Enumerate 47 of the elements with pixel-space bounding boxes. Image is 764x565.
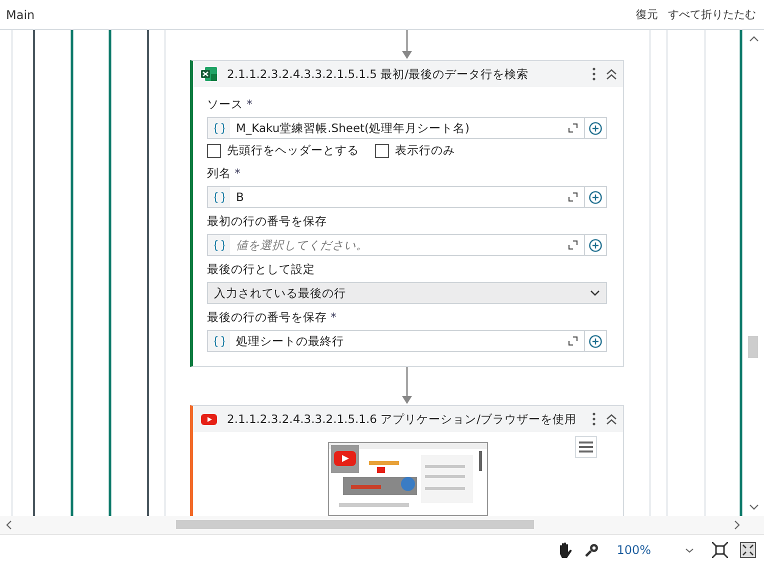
menu-button[interactable] [575,436,597,458]
braces-icon [214,122,224,134]
connector-arrow [402,30,412,60]
video-play-icon [201,414,217,424]
more-icon[interactable] [592,412,596,426]
braces-icon [214,240,224,250]
scrollbar-thumb[interactable] [176,520,534,529]
full-screen-icon[interactable] [740,542,756,558]
field-label: 最初の行の番号を保存 [207,214,328,229]
fit-screen-icon[interactable] [712,542,728,558]
plus-icon [589,334,602,348]
scroll-right-icon[interactable] [734,520,740,530]
checkbox[interactable]: 先頭行をヘッダーとする [207,143,359,158]
input-field[interactable]: M_Kaku堂練習帳.Sheet(処理年月シート名) [207,117,607,139]
plus-icon [589,122,602,134]
chevron-down-icon [685,548,694,552]
plus-icon [589,190,602,204]
scrollbar-thumb[interactable] [748,336,758,358]
checkbox[interactable]: 表示行のみ [375,143,455,158]
field-label: 列名 * [207,166,242,181]
braces-icon [214,336,224,346]
zoom-dropdown[interactable]: 100% [610,543,700,557]
search-icon[interactable] [584,543,599,557]
braces-icon [214,192,224,202]
scroll-down-icon[interactable] [749,504,759,510]
scroll-up-icon[interactable] [749,36,759,42]
action-title: 2.1.1.2.3.2.4.3.3.2.1.5.1.5 最初/最後のデータ行を検索 [227,66,530,82]
connector-arrow [402,367,412,405]
field-label: ソース * [207,97,254,112]
scroll-left-icon[interactable] [6,520,12,530]
breadcrumb[interactable]: Main [6,8,35,22]
input-field[interactable]: 値を選択してください。 [207,234,607,256]
menu-icon [579,441,593,453]
collapse-icon[interactable] [606,414,617,424]
spreadsheet-icon [201,67,217,81]
action-title: 2.1.1.2.3.2.4.3.3.2.1.5.1.6 アプリケーション/ブラウザーを使用 [227,412,578,426]
input-field[interactable]: B [207,186,607,208]
toolbar-link[interactable]: すべて折りたたむ [668,7,756,22]
more-icon[interactable] [592,67,596,81]
field-label: 最後の行として設定 [207,262,316,277]
collapse-icon[interactable] [606,68,617,80]
dropdown[interactable]: 入力されている最後の行 [207,282,607,304]
field-label: 最後の行の番号を保存 * [207,310,338,325]
input-field[interactable]: 処理シートの最終行 [207,330,607,352]
chevron-down-icon [590,290,600,296]
toolbar-link[interactable]: 復元 [636,7,658,22]
plus-icon [589,238,602,252]
